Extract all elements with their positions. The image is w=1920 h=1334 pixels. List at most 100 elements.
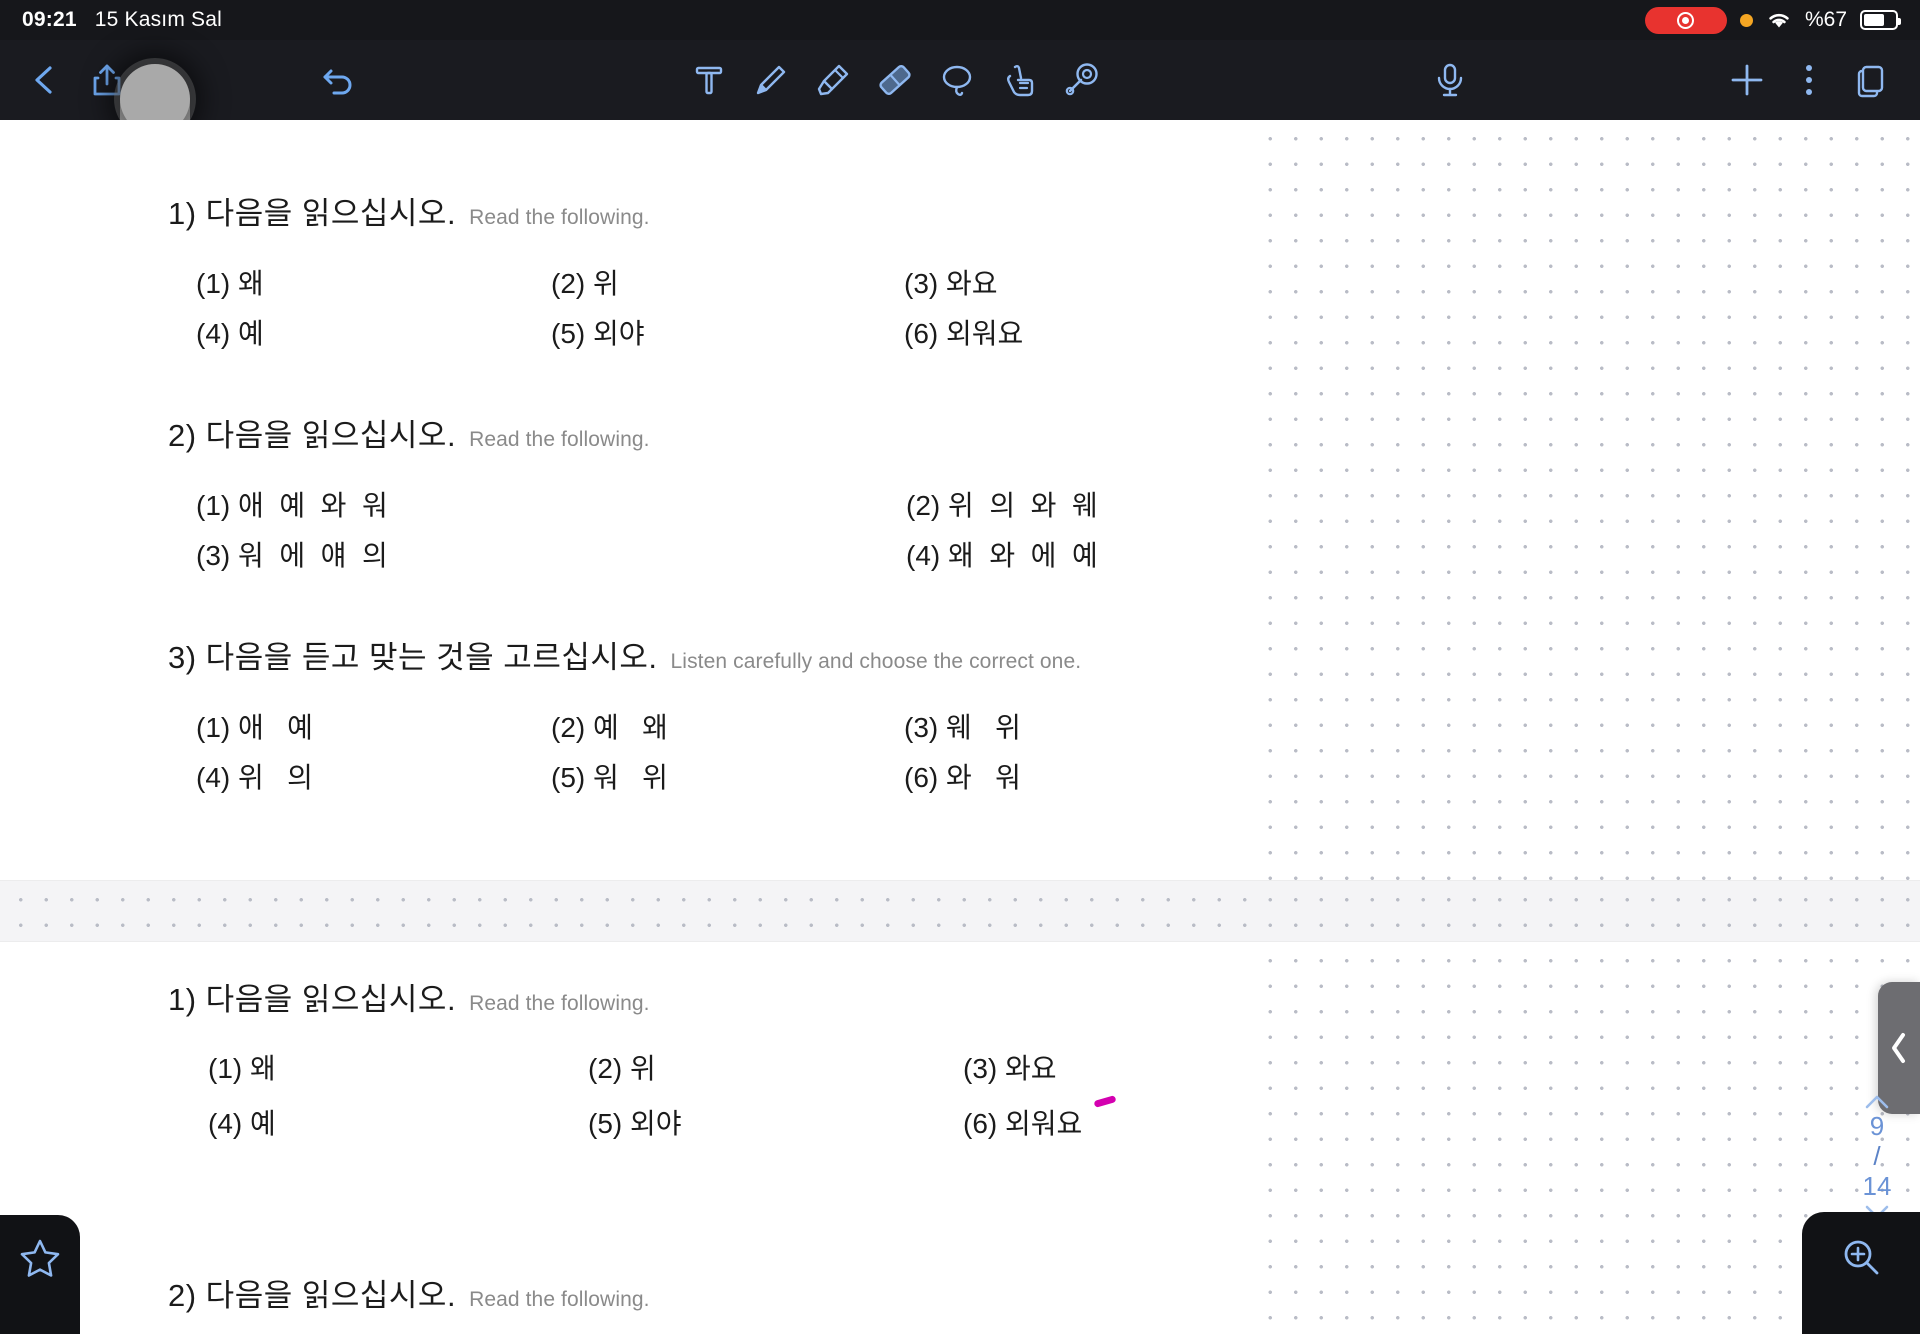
eraser-tool-button[interactable] (864, 49, 926, 111)
notebook-page-2: 1) 다음을 읽으십시오. Read the following. (1) 왜 … (0, 942, 1920, 1334)
more-options-icon (1806, 65, 1812, 95)
plus-icon (1731, 64, 1763, 96)
option-item: (1) 애 예 와 워 (196, 490, 388, 521)
option-item: (3) 와요 (904, 268, 998, 299)
lasso-select-button[interactable] (926, 49, 988, 111)
option-item: (3) 와요 (963, 1053, 1057, 1084)
question-heading-p2-1-ko: 1) 다음을 읽으십시오. (168, 982, 457, 1017)
hand-tool-icon (1006, 65, 1033, 97)
option-item: (3) 웨 위 (904, 712, 1021, 743)
option-row-p2-1b: (4) 예 (5) 외야 (6) 외워요 (208, 1102, 1082, 1142)
option-row-1b: (4) 예 (5) 외야 (6) 외워요 (196, 312, 1023, 352)
page-separator-band (0, 880, 1920, 942)
bookmark-panel[interactable] (0, 1215, 80, 1334)
editor-toolbar (0, 40, 1920, 150)
option-row-p2-1a: (1) 왜 (2) 위 (3) 와요 (208, 1047, 1057, 1087)
option-item: (6) 외워요 (904, 318, 1024, 349)
option-item: (2) 위 (588, 1053, 656, 1084)
question-heading-p2-2: 2) 다음을 읽으십시오. Read the following. (168, 1270, 650, 1315)
highlighter-tool-icon (817, 64, 848, 96)
option-item: (4) 왜 와 에 예 (906, 540, 1098, 571)
question-heading-3: 3) 다음을 듣고 맞는 것을 고르십시오. Listen carefully … (168, 632, 1081, 677)
tablet-note-app: 09:21 15 Kasım Sal %67 1) 다음을 읽으십시오. Rea… (0, 0, 1920, 1334)
option-row-1a: (1) 왜 (2) 위 (3) 와요 (196, 262, 998, 302)
option-item: (4) 예 (208, 1108, 276, 1139)
text-tool-icon (695, 66, 722, 95)
wifi-icon (1766, 10, 1792, 30)
status-bar-left: 09:21 15 Kasım Sal (0, 8, 222, 32)
status-bar: 09:21 15 Kasım Sal %67 (0, 0, 1920, 40)
microphone-icon (1437, 63, 1463, 97)
hand-tool-button[interactable] (988, 49, 1050, 111)
option-item: (4) 위 의 (196, 762, 313, 793)
option-item: (5) 외야 (551, 318, 645, 349)
collapse-left-chevron-icon (1892, 1033, 1905, 1063)
notebook-page-1: 1) 다음을 읽으십시오. Read the following. (1) 왜 … (0, 120, 1920, 880)
status-time: 09:21 (22, 8, 77, 31)
question-heading-2-ko: 2) 다음을 읽으십시오. (168, 418, 457, 453)
option-item: (5) 외야 (588, 1108, 682, 1139)
add-button[interactable] (1716, 49, 1778, 111)
option-item: (5) 워 위 (551, 762, 668, 793)
question-heading-p2-2-ko: 2) 다음을 읽으십시오. (168, 1278, 457, 1313)
option-item: (4) 예 (196, 318, 264, 349)
toolbar-tools-group (678, 49, 1112, 111)
option-row-3a: (1) 애 예 (2) 예 왜 (3) 웨 위 (196, 706, 1021, 746)
pen-tool-button[interactable] (740, 49, 802, 111)
undo-button[interactable] (308, 49, 370, 111)
status-bar-right: %67 (1644, 6, 1920, 34)
option-item: (2) 위 의 와 웨 (906, 490, 1098, 521)
option-row-2a: (1) 애 예 와 워 (2) 위 의 와 웨 (196, 484, 1098, 524)
page-separator-label: / (1873, 1140, 1881, 1171)
star-bookmark-icon (20, 1239, 60, 1277)
page-navigator[interactable]: 9 / 14 (1862, 1092, 1892, 1222)
option-item: (2) 예 왜 (551, 712, 668, 743)
page-current-label: 9 (1869, 1111, 1885, 1141)
option-row-2b: (3) 워 에 얘 의 (4) 왜 와 에 예 (196, 534, 1098, 574)
highlighter-tool-button[interactable] (802, 49, 864, 111)
pages-button[interactable] (1840, 49, 1902, 111)
option-item: (1) 왜 (208, 1053, 276, 1084)
option-item: (1) 애 예 (196, 712, 313, 743)
chevron-up-icon[interactable] (1862, 1092, 1892, 1112)
page-total-label: 14 (1862, 1170, 1892, 1201)
question-heading-p2-1: 1) 다음을 읽으십시오. Read the following. (168, 974, 650, 1019)
question-heading-3-ko: 3) 다음을 듣고 맞는 것을 고르십시오. (168, 640, 658, 675)
zoom-in-icon (1844, 1240, 1879, 1275)
question-heading-p2-1-en: Read the following. (469, 992, 650, 1015)
text-tool-button[interactable] (678, 49, 740, 111)
question-heading-2-en: Read the following. (469, 428, 650, 451)
option-item: (6) 와 워 (904, 762, 1021, 793)
eraser-tool-icon (878, 64, 911, 96)
pages-icon (1857, 65, 1884, 98)
page-1-sheet: 1) 다음을 읽으십시오. Read the following. (1) 왜 … (18, 120, 1263, 880)
mic-button[interactable] (1419, 49, 1481, 111)
record-indicator-icon[interactable] (1644, 6, 1727, 34)
option-item: (2) 위 (551, 268, 619, 299)
shape-tool-button[interactable] (1050, 49, 1112, 111)
pen-tool-icon (756, 65, 785, 95)
question-heading-1-ko: 1) 다음을 읽으십시오. (168, 196, 457, 231)
question-heading-p2-2-en: Read the following. (469, 1288, 650, 1311)
back-button[interactable] (14, 49, 76, 111)
document-canvas[interactable]: 1) 다음을 읽으십시오. Read the following. (1) 왜 … (0, 120, 1920, 1334)
share-icon (93, 64, 121, 96)
battery-percent-label: %67 (1804, 8, 1847, 31)
question-heading-2: 2) 다음을 읽으십시오. Read the following. (168, 410, 650, 455)
back-chevron-icon (35, 66, 52, 94)
zoom-panel[interactable] (1802, 1212, 1920, 1334)
question-heading-1: 1) 다음을 읽으십시오. Read the following. (168, 188, 650, 233)
option-item: (1) 왜 (196, 268, 264, 299)
orange-privacy-dot-icon (1739, 13, 1753, 27)
status-date: 15 Kasım Sal (94, 8, 223, 31)
battery-icon (1860, 10, 1901, 30)
option-item: (6) 외워요 (963, 1108, 1083, 1139)
more-options-button[interactable] (1778, 49, 1840, 111)
undo-icon (323, 69, 352, 95)
page-2-sheet: 1) 다음을 읽으십시오. Read the following. (1) 왜 … (18, 942, 1263, 1334)
lasso-select-icon (942, 65, 971, 96)
question-heading-3-en: Listen carefully and choose the correct … (670, 650, 1082, 673)
toolbar-right-group (1716, 49, 1920, 111)
record-ring-icon (1677, 11, 1695, 29)
shape-tool-icon (1065, 63, 1098, 96)
